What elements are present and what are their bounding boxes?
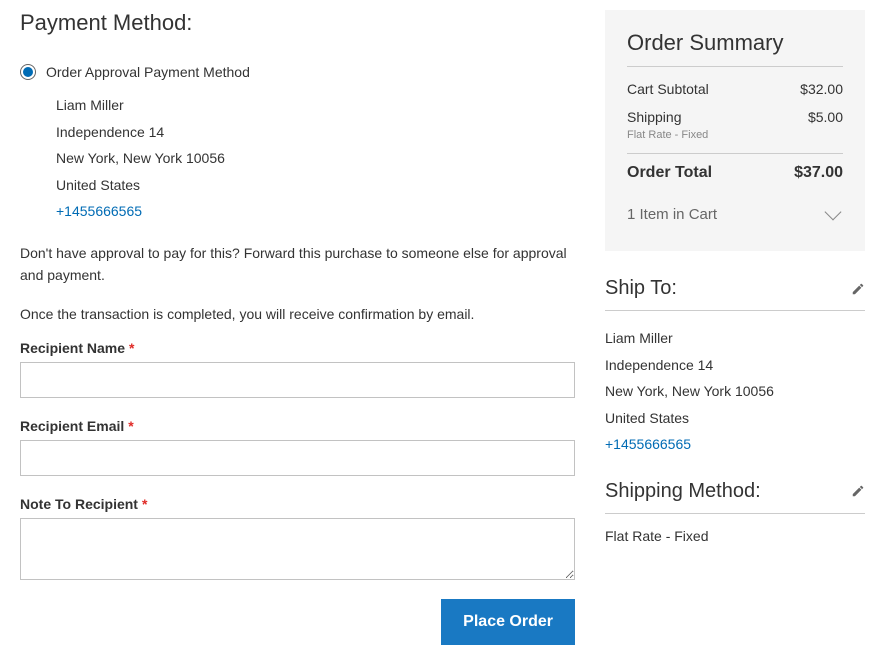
subtotal-label: Cart Subtotal [627,81,709,97]
recipient-email-label: Recipient Email* [20,418,575,434]
billing-name: Liam Miller [56,92,575,119]
place-order-button[interactable]: Place Order [441,599,575,645]
shipping-method-value: Flat Rate - Fixed [605,528,865,544]
billing-address: Liam Miller Independence 14 New York, Ne… [56,92,575,225]
subtotal-value: $32.00 [800,81,843,97]
shipto-city: New York, New York 10056 [605,378,865,405]
payment-method-option[interactable]: Order Approval Payment Method [20,64,575,80]
order-total-label: Order Total [627,164,712,182]
page-title: Payment Method: [20,10,575,36]
billing-city: New York, New York 10056 [56,145,575,172]
billing-phone-link[interactable]: +1455666565 [56,203,142,219]
shipping-value: $5.00 [808,109,843,141]
order-total-value: $37.00 [794,164,843,182]
email-confirmation-note: Once the transaction is completed, you w… [20,304,575,326]
radio-selected-icon [20,64,36,80]
note-to-recipient-input[interactable] [20,518,575,580]
order-summary-title: Order Summary [627,30,843,67]
shipping-label: Shipping [627,109,682,125]
shipto-country: United States [605,405,865,432]
approval-note: Don't have approval to pay for this? For… [20,243,575,286]
shipping-method-title: Shipping Method: [605,480,761,503]
shipping-sublabel: Flat Rate - Fixed [627,129,708,141]
ship-to-title: Ship To: [605,277,677,300]
recipient-name-label: Recipient Name* [20,340,575,356]
billing-country: United States [56,172,575,199]
ship-to-section: Ship To: Liam Miller Independence 14 New… [605,277,865,458]
edit-shipping-method-icon[interactable] [851,484,865,498]
order-summary-panel: Order Summary Cart Subtotal $32.00 Shipp… [605,10,865,251]
billing-street: Independence 14 [56,119,575,146]
recipient-name-input[interactable] [20,362,575,398]
payment-method-label: Order Approval Payment Method [46,64,250,80]
edit-ship-to-icon[interactable] [851,282,865,296]
note-to-recipient-label: Note To Recipient* [20,496,575,512]
shipto-street: Independence 14 [605,352,865,379]
chevron-down-icon [825,203,842,220]
recipient-email-input[interactable] [20,440,575,476]
cart-items-label: 1 Item in Cart [627,206,717,223]
shipto-phone-link[interactable]: +1455666565 [605,436,691,452]
shipping-method-section: Shipping Method: Flat Rate - Fixed [605,480,865,544]
cart-items-toggle[interactable]: 1 Item in Cart [627,206,843,223]
shipto-name: Liam Miller [605,325,865,352]
